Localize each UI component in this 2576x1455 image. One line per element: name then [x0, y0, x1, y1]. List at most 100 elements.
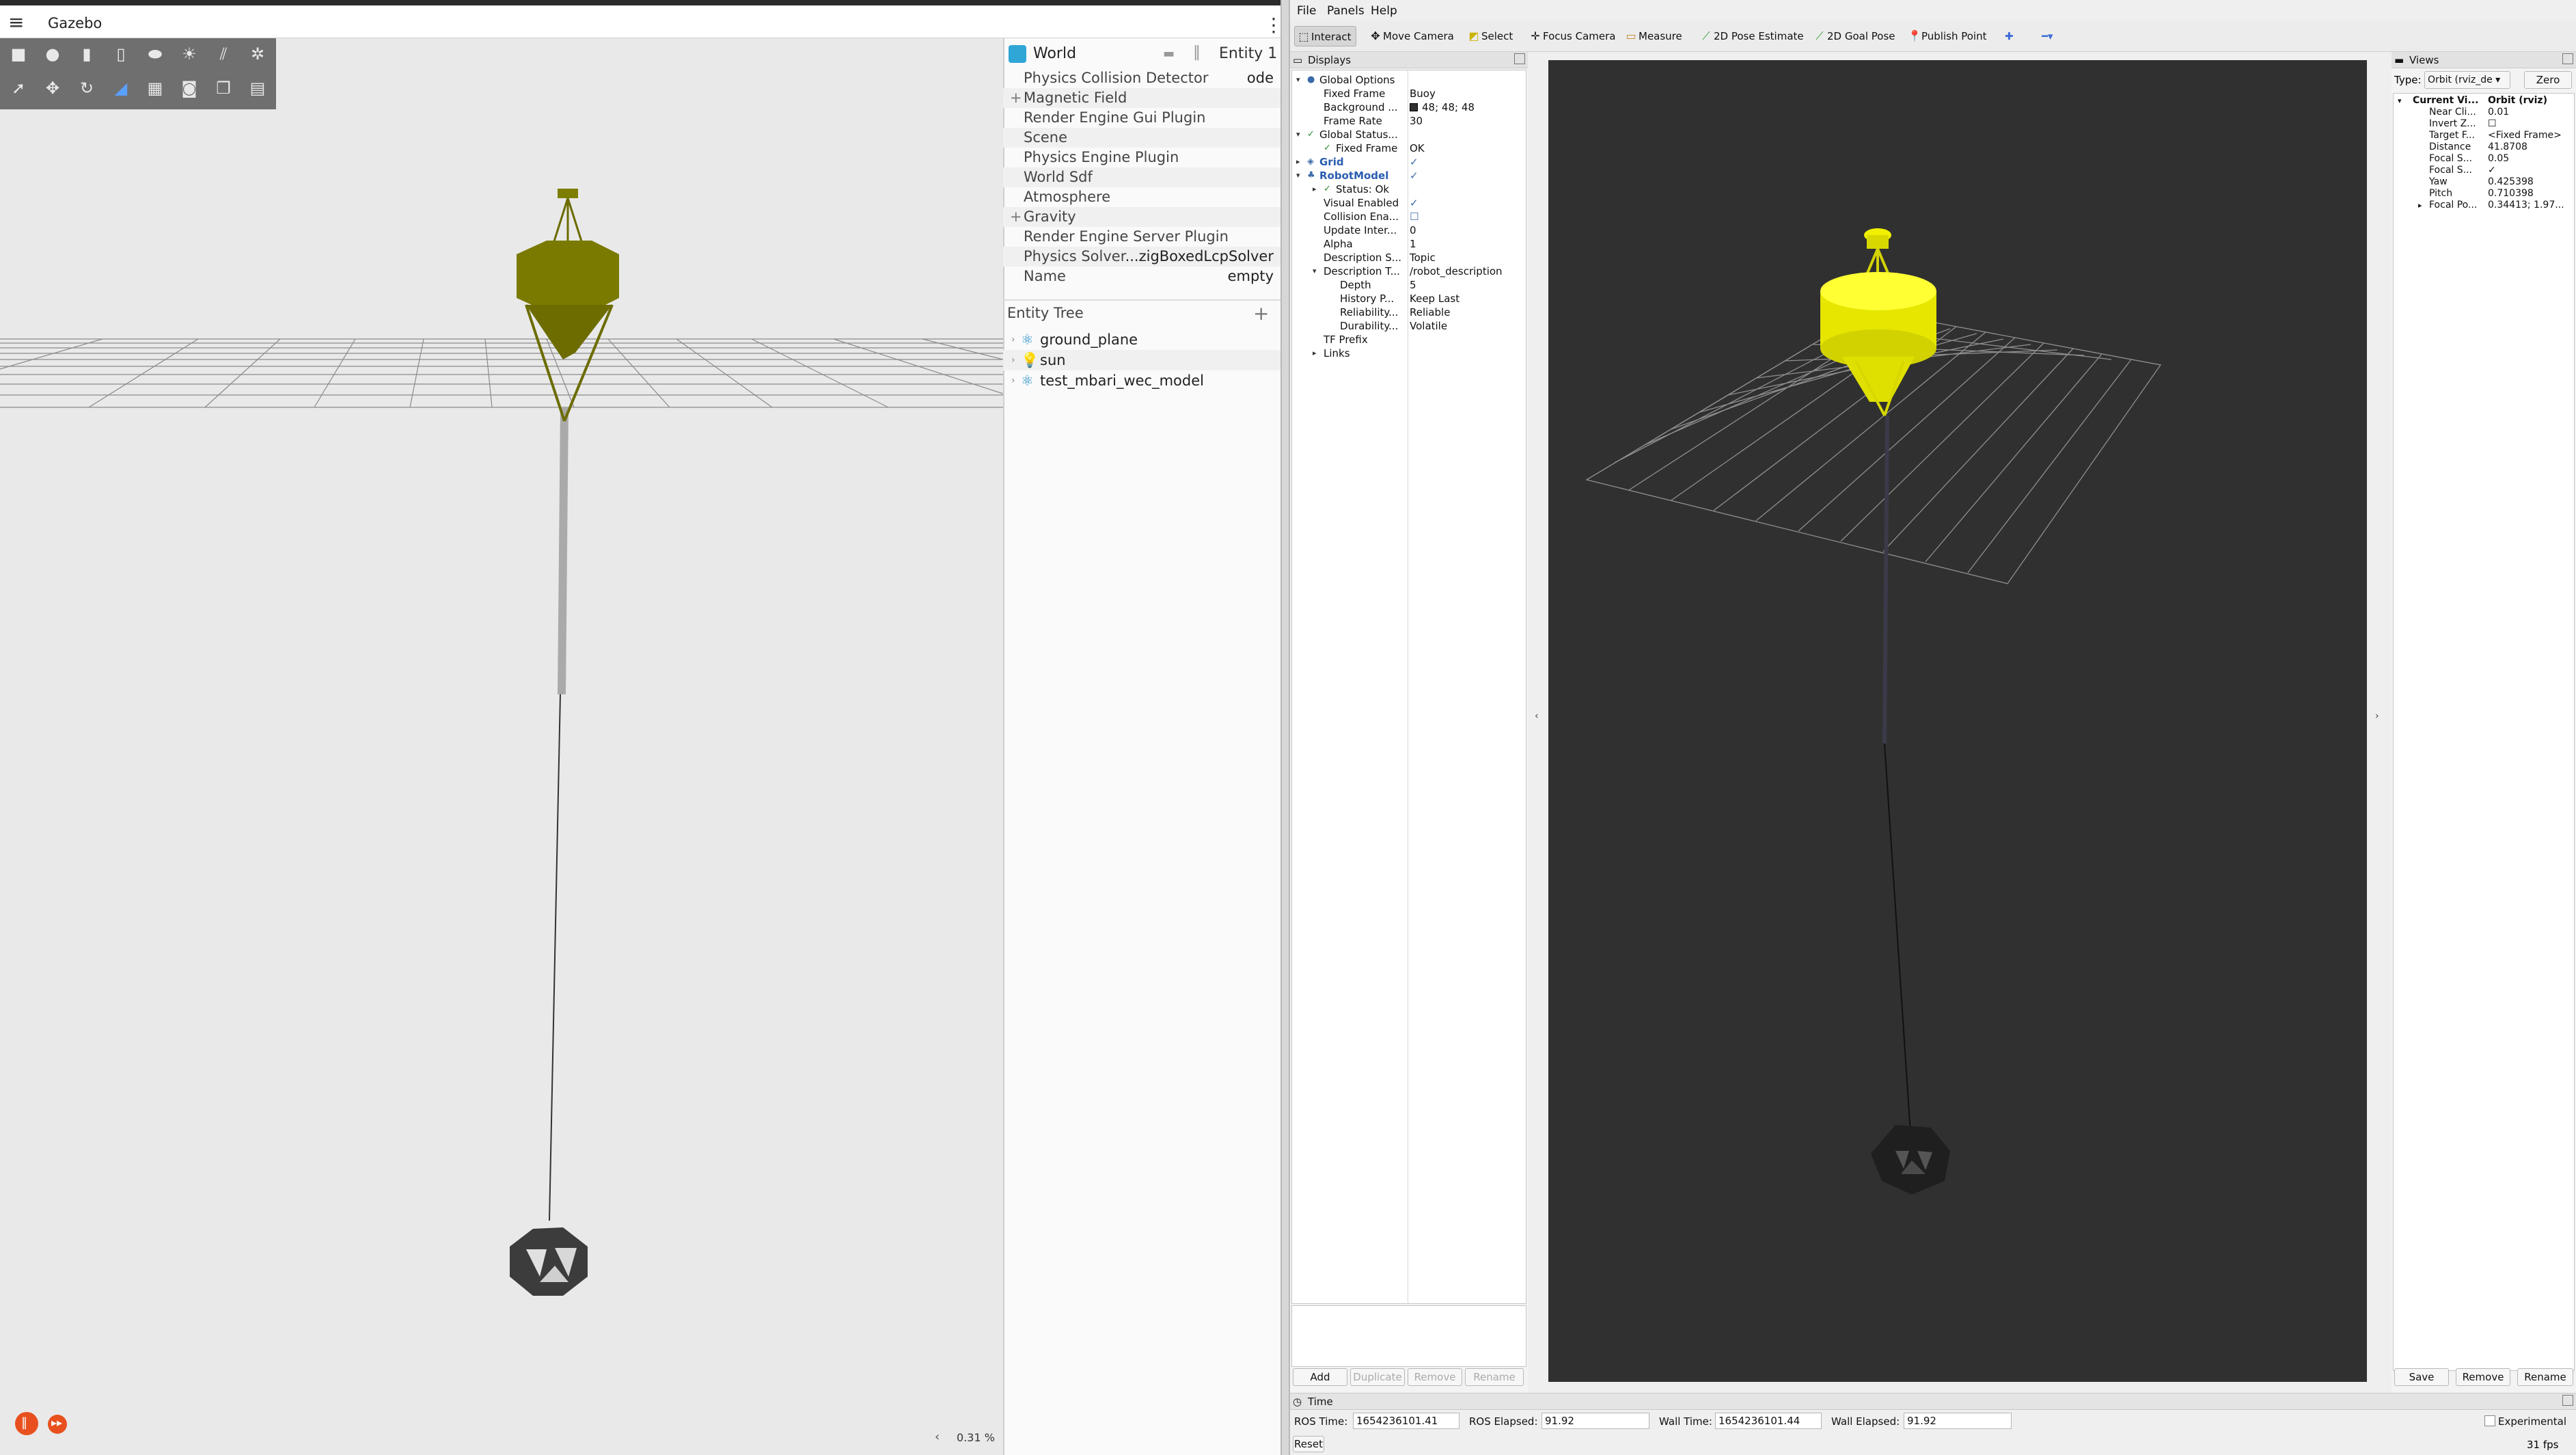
- display-property-row[interactable]: ▸ Links: [1292, 346, 1527, 360]
- save-view-button[interactable]: Save: [2394, 1368, 2449, 1386]
- step-button[interactable]: ▸▸: [48, 1415, 67, 1434]
- undock-icon[interactable]: [2562, 1395, 2573, 1406]
- expand-icon[interactable]: +: [1010, 88, 1022, 108]
- grid-config-icon[interactable]: ▦: [142, 75, 168, 101]
- menu-panels[interactable]: Panels: [1327, 4, 1365, 18]
- display-property-row[interactable]: Reliability... Reliable: [1292, 305, 1527, 319]
- display-property-row[interactable]: History P... Keep Last: [1292, 292, 1527, 305]
- wall-elapsed-field[interactable]: 91.92: [1904, 1413, 2012, 1429]
- more-vert-icon[interactable]: ⋮: [1264, 14, 1280, 36]
- ros-elapsed-field[interactable]: 91.92: [1542, 1413, 1649, 1429]
- display-property-row[interactable]: ▾ ● Global Options: [1292, 73, 1527, 87]
- display-property-row[interactable]: TF Prefix: [1292, 333, 1527, 346]
- tool-publish-point[interactable]: 📍 Publish Point: [1905, 26, 1990, 46]
- display-property-row[interactable]: Background ... 48; 48; 48: [1292, 100, 1527, 114]
- world-property-row[interactable]: Name empty: [1003, 267, 1280, 286]
- world-property-row[interactable]: + Magnetic Field: [1003, 88, 1280, 108]
- property-value[interactable]: ☐: [1410, 210, 1419, 223]
- world-property-row[interactable]: Scene: [1003, 128, 1280, 148]
- expand-arrow-icon[interactable]: ▾: [1296, 128, 1300, 141]
- view-property-row[interactable]: Focal S... 0.05: [2394, 153, 2575, 165]
- tool-measure[interactable]: ▭ Measure: [1622, 26, 1686, 46]
- display-property-row[interactable]: ▸ ✓ Status: Ok: [1292, 182, 1527, 196]
- tool-interact[interactable]: ⬚ Interact: [1294, 26, 1356, 46]
- view-property-row[interactable]: ▾ Current Vi... Orbit (rviz): [2394, 95, 2575, 107]
- expand-arrow-icon[interactable]: ▾: [2398, 95, 2402, 107]
- directional-light-icon[interactable]: ⫽: [210, 41, 236, 67]
- display-property-row[interactable]: Alpha 1: [1292, 237, 1527, 251]
- tool-2d-goal-pose[interactable]: ⟋ 2D Goal Pose: [1811, 26, 1900, 46]
- expand-arrow-icon[interactable]: ▾: [1296, 73, 1300, 87]
- rotate-mode-icon[interactable]: ↻: [74, 75, 100, 101]
- add-tool-button[interactable]: ✚: [2001, 26, 2018, 46]
- pause-updates-icon[interactable]: ‖: [1193, 44, 1201, 61]
- display-property-row[interactable]: Update Inter... 0: [1292, 223, 1527, 237]
- stats-collapse-icon[interactable]: ‹: [935, 1430, 940, 1444]
- window-divider[interactable]: [1280, 0, 1290, 1455]
- view-property-row[interactable]: Target F... <Fixed Frame>: [2394, 130, 2575, 141]
- color-swatch[interactable]: [1410, 103, 1418, 111]
- expand-arrow-icon[interactable]: ▾: [1313, 264, 1317, 278]
- view-property-row[interactable]: Invert Z... ☐: [2394, 118, 2575, 130]
- menu-help[interactable]: Help: [1371, 4, 1397, 18]
- paste-icon[interactable]: ▤: [245, 75, 271, 101]
- world-property-row[interactable]: Atmosphere: [1003, 187, 1280, 207]
- add-display-button[interactable]: Add: [1293, 1368, 1347, 1386]
- rviz-3d-viewport[interactable]: [1548, 60, 2367, 1382]
- display-property-row[interactable]: Frame Rate 30: [1292, 114, 1527, 128]
- remove-tool-button[interactable]: ━▾: [2038, 26, 2057, 46]
- world-property-row[interactable]: Physics Engine Plugin: [1003, 148, 1280, 167]
- view-property-row[interactable]: Pitch 0.710398: [2394, 188, 2575, 200]
- undock-icon[interactable]: [1514, 53, 1525, 64]
- remove-display-button[interactable]: Remove: [1408, 1368, 1462, 1386]
- display-property-row[interactable]: Collision Ena... ☐: [1292, 210, 1527, 223]
- wall-time-field[interactable]: 1654236101.44: [1715, 1413, 1822, 1429]
- box-shape-icon[interactable]: ■: [5, 41, 31, 67]
- view-property-row[interactable]: ▸ Focal Po... 0.34413; 1.97...: [2394, 200, 2575, 211]
- snap-icon[interactable]: ◢: [108, 75, 134, 101]
- tool-move-camera[interactable]: ✥ Move Camera: [1367, 26, 1458, 46]
- expand-arrow-icon[interactable]: ›: [1011, 370, 1015, 391]
- tool-select[interactable]: ◩ Select: [1465, 26, 1517, 46]
- rename-view-button[interactable]: Rename: [2517, 1368, 2573, 1386]
- undock-icon[interactable]: [2562, 53, 2573, 64]
- display-property-row[interactable]: ▾ Description T... /robot_description: [1292, 264, 1527, 278]
- world-property-row[interactable]: + Gravity: [1003, 207, 1280, 227]
- world-property-row[interactable]: Physics Collision Detector ode: [1003, 68, 1280, 88]
- select-mode-icon[interactable]: ➚: [5, 75, 31, 101]
- entity-tree-item[interactable]: › ⚛ ground_plane: [1003, 329, 1280, 350]
- view-property-row[interactable]: Yaw 0.425398: [2394, 176, 2575, 188]
- sphere-shape-icon[interactable]: ●: [40, 41, 66, 67]
- capsule-shape-icon[interactable]: ▯: [108, 41, 134, 67]
- translate-mode-icon[interactable]: ✥: [40, 75, 66, 101]
- spot-light-icon[interactable]: ✲: [245, 41, 271, 67]
- property-value[interactable]: ✓: [1410, 196, 1419, 210]
- hamburger-icon[interactable]: ≡: [8, 13, 29, 32]
- world-property-row[interactable]: Render Engine Gui Plugin: [1003, 108, 1280, 128]
- tool-2d-pose-estimate[interactable]: ⟋ 2D Pose Estimate: [1697, 26, 1808, 46]
- zero-view-button[interactable]: Zero: [2524, 71, 2572, 89]
- reset-button[interactable]: Reset: [1293, 1436, 1324, 1452]
- view-property-row[interactable]: Distance 41.8708: [2394, 141, 2575, 153]
- display-property-row[interactable]: Fixed Frame Buoy: [1292, 87, 1527, 100]
- add-entity-icon[interactable]: +: [1253, 302, 1269, 325]
- display-property-row[interactable]: Visual Enabled ✓: [1292, 196, 1527, 210]
- remove-view-button[interactable]: Remove: [2456, 1368, 2510, 1386]
- ros-time-field[interactable]: 1654236101.41: [1353, 1413, 1460, 1429]
- rename-display-button[interactable]: Rename: [1465, 1368, 1524, 1386]
- collapse-right-icon[interactable]: ›: [2375, 711, 2379, 722]
- lock-icon[interactable]: ▬: [1163, 46, 1175, 61]
- view-property-row[interactable]: Near Cli... 0.01: [2394, 107, 2575, 118]
- tool-focus-camera[interactable]: ✛ Focus Camera: [1526, 26, 1619, 46]
- property-value[interactable]: ✓: [1410, 169, 1419, 182]
- expand-arrow-icon[interactable]: ▸: [2418, 200, 2422, 211]
- display-property-row[interactable]: Durability... Volatile: [1292, 319, 1527, 333]
- expand-arrow-icon[interactable]: ▸: [1313, 346, 1317, 360]
- world-property-row[interactable]: World Sdf: [1003, 167, 1280, 187]
- experimental-checkbox[interactable]: [2484, 1415, 2495, 1426]
- display-property-row[interactable]: Description S... Topic: [1292, 251, 1527, 264]
- cylinder-shape-icon[interactable]: ▮: [74, 41, 100, 67]
- pause-button[interactable]: ‖: [15, 1412, 38, 1435]
- ellipsoid-shape-icon[interactable]: ⬬: [142, 41, 168, 67]
- world-property-row[interactable]: Render Engine Server Plugin: [1003, 227, 1280, 247]
